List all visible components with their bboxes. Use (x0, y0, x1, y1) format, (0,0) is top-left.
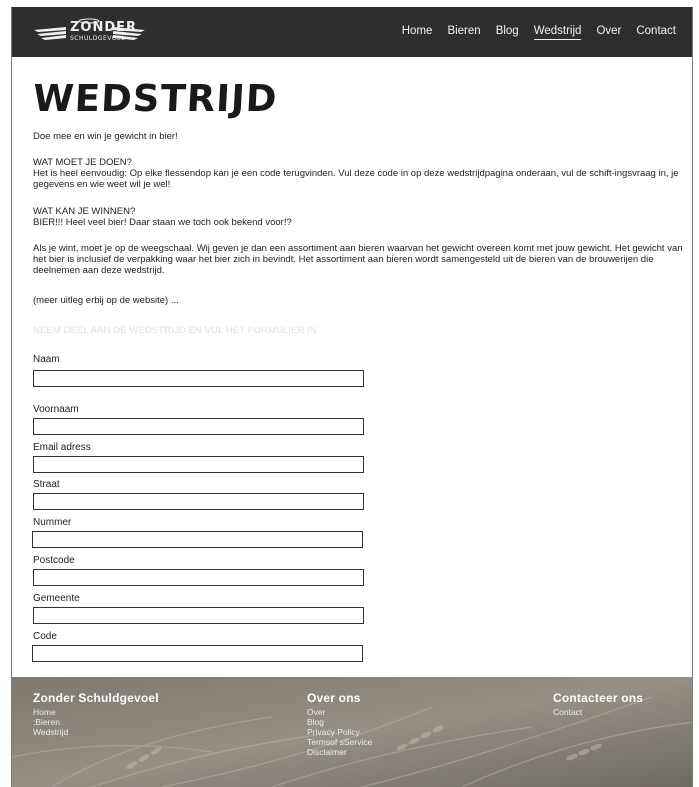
site-header: ZONDER SCHULDGEVOEL Home Bieren Blog Wed… (12, 7, 692, 57)
nav-wedstrijd[interactable]: Wedstrijd (533, 25, 582, 40)
naam-label: Naam (33, 354, 60, 365)
page-frame: ZONDER SCHULDGEVOEL Home Bieren Blog Wed… (11, 7, 693, 787)
footer-col-contacteer-ons: Contacteer ons Contact (553, 691, 643, 717)
footer-link-terms-of-service[interactable]: Termsof sService (307, 737, 372, 747)
win-heading: WAT KAN JE WINNEN? (33, 206, 136, 217)
main-nav: Home Bieren Blog Wedstrijd Over Contact (387, 7, 676, 57)
logo-text: ZONDER (70, 20, 138, 35)
naam-input[interactable] (33, 370, 364, 387)
win-text: BIER!!! Heel veel bier! Daar staan we to… (33, 217, 292, 228)
voornaam-input[interactable] (33, 418, 364, 435)
site-footer: Zonder Schuldgevoel Home ;Bieren Wedstri… (12, 677, 692, 787)
straat-input[interactable] (33, 493, 364, 510)
logo-subtext: SCHULDGEVOEL (70, 35, 126, 42)
page-title: WEDSTRIJD (31, 77, 279, 120)
nav-contact[interactable]: Contact (636, 25, 676, 39)
more-info-text: (meer uitleg erbij op de website) ... (33, 295, 179, 306)
nummer-input[interactable] (32, 531, 363, 548)
intro-text: Doe mee en win je gewicht in bier! (33, 131, 178, 142)
gemeente-input[interactable] (33, 607, 364, 624)
how-section: WAT MOET JE DOEN? Het is heel eenvoudig:… (33, 157, 683, 190)
straat-label: Straat (33, 479, 60, 490)
postcode-label: Postcode (33, 555, 75, 566)
nav-bieren[interactable]: Bieren (447, 25, 480, 39)
postcode-input[interactable] (33, 569, 364, 586)
how-text: Het is heel eenvoudig: Op elke flessendo… (33, 168, 679, 190)
email-label: Email adress (33, 442, 91, 453)
nav-over[interactable]: Over (596, 25, 621, 39)
code-input[interactable] (32, 645, 363, 662)
footer-link-wedstrijd[interactable]: Wedstrijd (33, 727, 159, 737)
footer-link-disclaimer[interactable]: Disclaimer (307, 747, 372, 757)
site-logo[interactable]: ZONDER SCHULDGEVOEL (32, 18, 147, 48)
footer-link-privacy-policy[interactable]: Privacy Policy (307, 727, 372, 737)
footer-link-blog[interactable]: Blog (307, 717, 372, 727)
nummer-label: Nummer (33, 517, 72, 528)
main-content: WEDSTRIJD Doe mee en win je gewicht in b… (31, 77, 683, 662)
rules-text: Als je wint, moet je op de weegschaal. W… (33, 243, 683, 276)
footer-col-zonder-schuldgevoel: Zonder Schuldgevoel Home ;Bieren Wedstri… (33, 691, 159, 737)
footer-col1-title: Zonder Schuldgevoel (33, 691, 159, 705)
footer-col2-title: Over ons (307, 691, 361, 705)
email-input[interactable] (33, 456, 364, 473)
voornaam-label: Voornaam (33, 404, 79, 415)
gemeente-label: Gemeente (33, 593, 80, 604)
footer-col3-title: Contacteer ons (553, 691, 644, 705)
footer-link-bieren[interactable]: ;Bieren (33, 717, 159, 727)
footer-col-over-ons: Over ons Over Blog Privacy Policy Termso… (307, 691, 372, 757)
win-section: WAT KAN JE WINNEN? BIER!!! Heel veel bie… (33, 206, 292, 228)
footer-link-contact[interactable]: Contact (553, 707, 643, 717)
nav-home[interactable]: Home (402, 25, 433, 39)
how-heading: WAT MOET JE DOEN? (33, 157, 132, 168)
code-label: Code (33, 631, 57, 642)
footer-link-over[interactable]: Over (307, 707, 372, 717)
nav-blog[interactable]: Blog (496, 25, 519, 39)
footer-link-home[interactable]: Home (33, 707, 159, 717)
form-heading: NEEM DEEL AAN DE WEDSTRIJD EN VUL HET FO… (33, 325, 317, 336)
